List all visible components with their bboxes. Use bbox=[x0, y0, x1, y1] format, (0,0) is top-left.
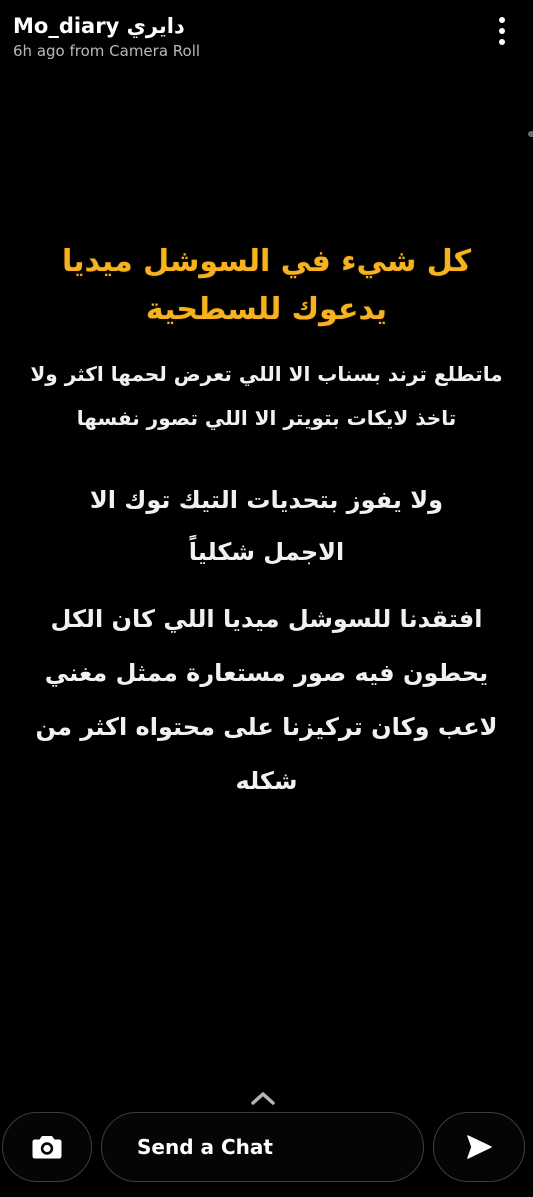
story-text-line: ولا يفوز بتحديات التيك توك الا bbox=[89, 486, 444, 514]
story-text-line: يحطون فيه صور مستعارة ممثل مغني bbox=[44, 659, 489, 687]
story-text-line: ماتطلع ترند بسناب الا اللي تعرض لحمها اك… bbox=[30, 362, 503, 386]
story-text-line: افتقدنا للسوشل ميديا اللي كان الكل bbox=[50, 605, 483, 633]
story-text-line: الاجمل شكلياً bbox=[188, 538, 345, 566]
story-title-line: يدعوك للسطحية bbox=[145, 292, 388, 327]
more-options-button[interactable] bbox=[489, 14, 515, 48]
story-paragraph-2: ولا يفوز بتحديات التيك توك الا الاجمل شك… bbox=[0, 474, 533, 578]
username[interactable]: Mo_diary دايري bbox=[13, 12, 473, 40]
story-title-line: كل شيء في السوشل ميديا bbox=[61, 244, 472, 279]
chat-bar: Send a Chat bbox=[0, 1112, 533, 1184]
more-vertical-icon-dot bbox=[499, 39, 505, 45]
story-paragraph-1: ماتطلع ترند بسناب الا اللي تعرض لحمها اك… bbox=[0, 352, 533, 440]
send-arrow-icon bbox=[467, 1135, 492, 1159]
story-text-line: تاخذ لايكات بتويتر الا اللي تصور نفسها bbox=[76, 406, 457, 430]
chevron-up-icon[interactable] bbox=[250, 1088, 276, 1108]
send-button[interactable] bbox=[433, 1112, 525, 1182]
chat-placeholder: Send a Chat bbox=[137, 1135, 273, 1159]
progress-indicator bbox=[528, 131, 533, 137]
more-vertical-icon bbox=[499, 17, 505, 23]
story-text-line: شكله bbox=[235, 767, 298, 795]
camera-button[interactable] bbox=[2, 1112, 92, 1182]
camera-icon bbox=[32, 1136, 62, 1159]
send-chat-input[interactable]: Send a Chat bbox=[101, 1112, 424, 1182]
story-timestamp: 6h ago from Camera Roll bbox=[13, 42, 201, 60]
story-header: Mo_diary دايري 6h ago from Camera Roll bbox=[13, 12, 473, 61]
story-paragraph-3: افتقدنا للسوشل ميديا اللي كان الكل يحطون… bbox=[0, 592, 533, 808]
story-title: كل شيء في السوشل ميديا يدعوك للسطحية bbox=[0, 238, 533, 334]
story-text-line: لاعب وكان تركيزنا على محتواه اكثر من bbox=[35, 713, 498, 741]
more-vertical-icon-dot bbox=[499, 28, 505, 34]
